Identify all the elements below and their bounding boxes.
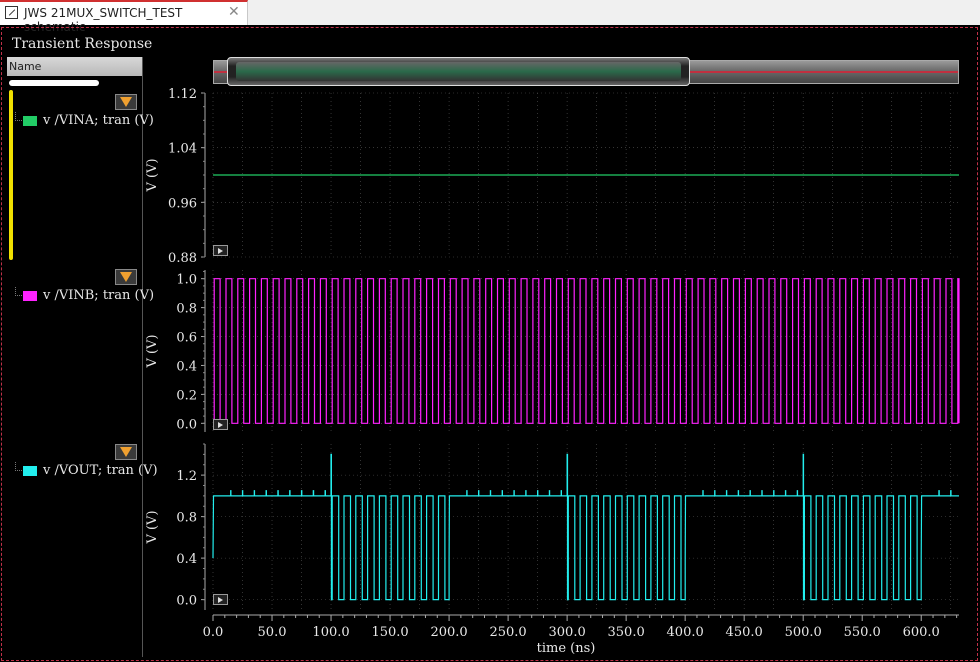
y-axis-label: V (V) xyxy=(145,510,160,544)
y-tick-label: 1.0 xyxy=(176,273,197,288)
y-tick-label: 1.12 xyxy=(168,87,197,102)
y-tick-label: 0.4 xyxy=(176,359,197,374)
x-tick-label: 550.0 xyxy=(844,625,881,640)
y-tick-label: 0.8 xyxy=(176,511,197,526)
x-axis-label: time (ns) xyxy=(537,641,596,656)
x-tick-label: 300.0 xyxy=(549,625,586,640)
x-tick-label: 100.0 xyxy=(312,625,349,640)
y-tick-label: 0.0 xyxy=(176,594,197,609)
x-tick-label: 450.0 xyxy=(726,625,763,640)
x-tick-label: 250.0 xyxy=(489,625,526,640)
x-tick-label: 350.0 xyxy=(608,625,645,640)
waveform-plot[interactable]: 1.12 1.04 0.96 0.88 V (V) 1.0 0.8 0.6 0.4 0.2 0.0 V… xyxy=(0,0,980,662)
y-tick-label: 0.96 xyxy=(168,196,197,211)
y-tick-label: 0.6 xyxy=(176,331,197,346)
x-tick-label: 200.0 xyxy=(430,625,467,640)
y-tick-label: 0.88 xyxy=(168,251,197,266)
y-tick-label: 0.4 xyxy=(176,552,197,567)
expand-strip-icon[interactable] xyxy=(213,245,228,256)
y-tick-label: 0.2 xyxy=(176,388,197,403)
expand-strip-icon[interactable] xyxy=(213,594,228,605)
series-line xyxy=(212,453,959,601)
expand-strip-icon[interactable] xyxy=(213,419,228,430)
y-tick-label: 0.8 xyxy=(176,302,197,317)
x-tick-label: 600.0 xyxy=(903,625,940,640)
series-line xyxy=(213,278,960,424)
y-axis-label: V (V) xyxy=(145,158,160,192)
x-tick-label: 50.0 xyxy=(258,625,287,640)
y-axis-label: V (V) xyxy=(145,334,160,368)
x-tick-label: 150.0 xyxy=(371,625,408,640)
y-tick-label: 0.0 xyxy=(176,417,197,432)
x-tick-label: 500.0 xyxy=(785,625,822,640)
y-tick-label: 1.2 xyxy=(176,469,197,484)
x-tick-label: 0.0 xyxy=(203,625,224,640)
y-tick-label: 1.04 xyxy=(168,142,197,157)
x-tick-label: 400.0 xyxy=(667,625,704,640)
